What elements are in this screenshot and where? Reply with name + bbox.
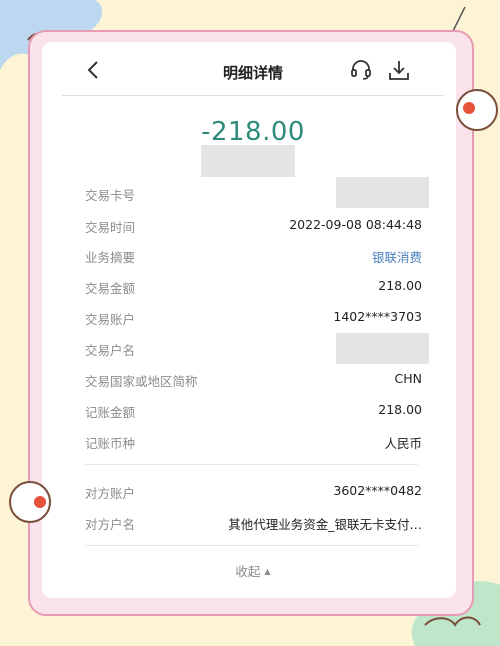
row-value: 2022-09-08 08:44:48 <box>289 217 422 232</box>
redacted-card-number <box>336 177 429 208</box>
row-value: 人民币 <box>384 436 422 451</box>
flower-left-decoration <box>9 481 51 523</box>
customer-service-button[interactable] <box>350 59 372 81</box>
caret-up-icon: ▲ <box>264 567 271 576</box>
detail-screen: 明细详情 -218.00 交易卡号 交易时间 2022-09-08 08:44:… <box>62 45 444 590</box>
row-value: 218.00 <box>378 402 422 417</box>
row-value: 1402****3703 <box>333 309 422 324</box>
row-label: 交易国家或地区简称 <box>85 374 198 389</box>
row-label: 交易卡号 <box>85 188 136 203</box>
row-label: 交易户名 <box>85 343 136 358</box>
row-label: 交易时间 <box>85 220 136 235</box>
row-label: 对方账户 <box>85 486 136 501</box>
row-value: 其他代理业务资金_银联无卡支付… <box>228 517 422 532</box>
collapse-label: 收起 <box>235 564 261 579</box>
row-label: 对方户名 <box>85 517 136 532</box>
top-bar: 明细详情 <box>62 45 444 96</box>
redacted-block <box>201 145 295 177</box>
row-label: 交易账户 <box>85 312 136 327</box>
row-label: 业务摘要 <box>85 250 136 265</box>
row-label: 交易金额 <box>85 281 136 296</box>
business-summary-link[interactable]: 银联消费 <box>372 247 422 266</box>
row-label: 记账币种 <box>85 436 136 451</box>
transaction-amount: -218.00 <box>201 117 305 147</box>
row-value: CHN <box>394 371 422 386</box>
row-label: 记账金额 <box>85 405 136 420</box>
row-value: 218.00 <box>378 278 422 293</box>
redacted-account-name <box>336 333 429 364</box>
section-divider <box>85 464 418 465</box>
download-button[interactable] <box>387 58 411 82</box>
section-divider <box>85 545 418 546</box>
headset-icon <box>351 60 371 80</box>
flower-right-decoration <box>456 89 498 131</box>
download-icon <box>389 61 409 80</box>
collapse-button[interactable]: 收起 ▲ <box>62 561 444 580</box>
row-value: 3602****0482 <box>333 483 422 498</box>
